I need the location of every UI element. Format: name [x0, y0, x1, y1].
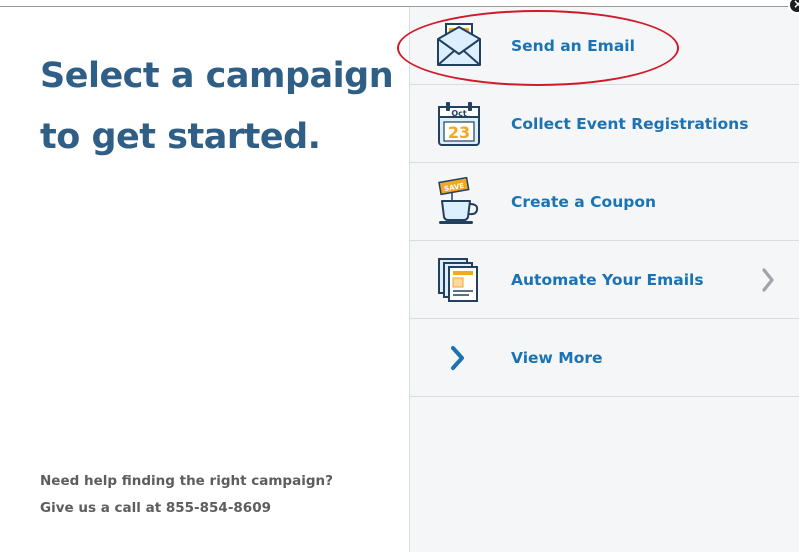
campaign-item-automate-emails[interactable]: Automate Your Emails — [410, 241, 799, 319]
chevron-right-icon — [451, 346, 464, 370]
title-line-2: to get started. — [40, 117, 321, 157]
calendar-icon: Oct 23 — [438, 102, 480, 146]
campaign-list: Send an Email Oct 23 Collect Event Regis… — [409, 7, 799, 552]
help-line-1: Need help finding the right campaign? — [40, 473, 333, 489]
campaign-item-view-more[interactable]: View More — [410, 319, 799, 397]
campaign-item-event-registrations[interactable]: Oct 23 Collect Event Registrations — [410, 85, 799, 163]
calendar-month: Oct — [451, 109, 467, 118]
close-icon: × — [793, 0, 799, 11]
stacked-emails-icon — [438, 258, 478, 302]
chevron-right-icon — [762, 268, 774, 292]
campaign-label-coupon: Create a Coupon — [511, 193, 657, 211]
campaign-label-event-registrations: Collect Event Registrations — [511, 115, 749, 133]
help-text: Need help finding the right campaign? Gi… — [40, 468, 333, 522]
title-line-1: Select a campaign — [40, 56, 394, 96]
coupon-cup-icon: SAVE — [438, 177, 479, 224]
calendar-day: 23 — [448, 123, 470, 142]
highlight-annotation — [397, 10, 679, 86]
campaign-item-coupon[interactable]: SAVE Create a Coupon — [410, 163, 799, 241]
campaign-label-automate-emails: Automate Your Emails — [511, 271, 704, 289]
page-title: Select a campaign to get started. — [40, 46, 400, 168]
help-line-2: Give us a call at 855-854-8609 — [40, 500, 271, 516]
campaign-label-view-more: View More — [511, 349, 603, 367]
